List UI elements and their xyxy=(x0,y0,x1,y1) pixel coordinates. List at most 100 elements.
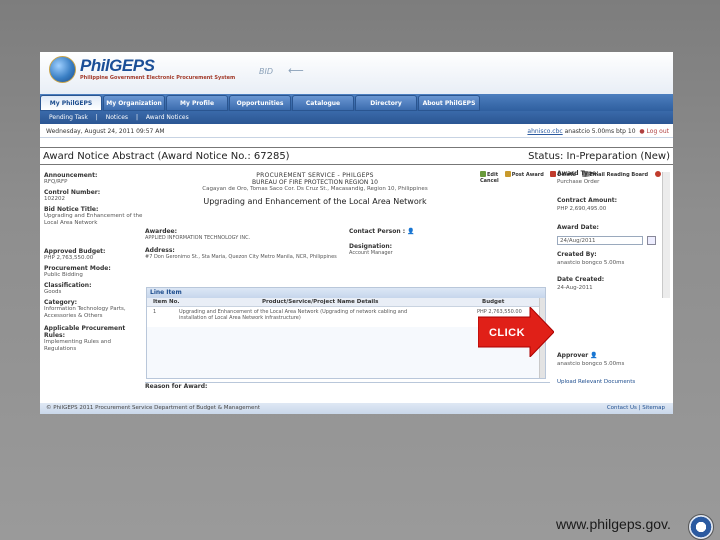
website-watermark: www.philgeps.gov. xyxy=(556,516,671,532)
status-label: Status: In-Preparation (New) xyxy=(528,151,670,162)
subnav-pending-task[interactable]: Pending Task xyxy=(49,114,88,121)
row-item-no: 1 xyxy=(153,309,157,315)
field-label: Bid Notice Title: xyxy=(44,206,99,213)
user-info: anastcio 5.00ms btp 10 xyxy=(564,128,636,135)
address-value: #7 Don Geronimo St., Sta Maria, Quezon C… xyxy=(145,254,337,260)
field-value: Upgrading and Enhancement of the Local A… xyxy=(44,213,143,226)
row-description: Upgrading and Enhancement of the Local A… xyxy=(179,309,408,321)
tab-opportunities[interactable]: Opportunities xyxy=(229,95,291,111)
award-date-label: Award Date: xyxy=(557,224,599,231)
subnav-separator: | xyxy=(95,114,98,121)
awardee-label: Awardee: xyxy=(145,228,178,235)
field-approved-budget: Approved Budget: PHP 2,763,550.00 xyxy=(44,248,144,262)
contact-person-label: Contact Person : xyxy=(349,228,406,235)
upload-relevant-documents-link[interactable]: Upload Relevant Documents xyxy=(557,379,635,385)
approver-value: anastcio bongco 5.00ms xyxy=(557,361,625,367)
project-title: Upgrading and Enhancement of the Local A… xyxy=(203,197,427,206)
created-by-label: Created By: xyxy=(557,251,597,258)
logo-name[interactable]: PhilGEPS xyxy=(80,56,155,76)
logout-link[interactable]: Log out xyxy=(647,128,669,135)
subnav-separator: | xyxy=(135,114,138,121)
agency-address: Cagayan de Oro, Tomas Saco Cor. Ds Cruz … xyxy=(202,186,428,192)
reason-section: Reason for Award: xyxy=(145,382,550,404)
philgeps-screenshot: PhilGEPS Philippine Government Electroni… xyxy=(40,52,673,414)
field-category: Category: Information Technology Parts, … xyxy=(44,299,144,320)
field-value: RFQ/RFP xyxy=(44,179,68,185)
agency-heading: PROCUREMENT SERVICE - PHILGEPS BUREAU OF… xyxy=(145,172,485,206)
designation-value: Account Manager xyxy=(349,250,393,256)
line-item-title: Line Item xyxy=(147,288,545,298)
post-icon xyxy=(504,171,511,177)
field-label: Category: xyxy=(44,299,78,306)
field-procurement-mode: Procurement Mode: Public Bidding xyxy=(44,265,144,279)
right-details-column: Award Type: Purchase Order Contract Amou… xyxy=(557,170,667,410)
created-by-value: anastcio bongco 5.00ms xyxy=(557,260,625,266)
award-type-label: Award Type: xyxy=(557,170,599,177)
tab-catalogue[interactable]: Catalogue xyxy=(292,95,354,111)
field-procurement-rules: Applicable Procurement Rules: Implementi… xyxy=(44,325,144,353)
field-value: Goods xyxy=(44,289,62,295)
col-item-no[interactable]: Item No. xyxy=(153,298,180,307)
field-label: Announcement: xyxy=(44,172,98,179)
award-date-field[interactable]: 24/Aug/2011 xyxy=(557,236,643,245)
field-label: Applicable Procurement Rules: xyxy=(44,325,126,339)
post-award-label: Post Award xyxy=(511,172,544,178)
field-label: Classification: xyxy=(44,282,92,289)
logout-icon: ● xyxy=(639,128,645,135)
award-type-value: Purchase Order xyxy=(557,179,600,185)
agency-line-2: BUREAU OF FIRE PROTECTION REGION 10 xyxy=(252,179,378,186)
main-nav: My PhilGEPS My Organization My Profile O… xyxy=(40,94,673,111)
header-bid-label: BID xyxy=(259,67,274,76)
designation-label: Designation: xyxy=(349,243,393,250)
post-award-button[interactable]: Post Award xyxy=(504,171,544,178)
page-title-bar: Award Notice Abstract (Award Notice No.:… xyxy=(40,147,673,165)
click-callout: CLICK xyxy=(488,327,526,339)
page-title: Award Notice Abstract (Award Notice No.:… xyxy=(43,151,290,162)
right-panel-scrollbar[interactable] xyxy=(662,172,670,298)
person-icon[interactable]: 👤 xyxy=(590,352,597,359)
tab-directory[interactable]: Directory xyxy=(355,95,417,111)
person-icon[interactable]: 👤 xyxy=(407,228,414,235)
field-announcement: Announcement: RFQ/RFP xyxy=(44,172,144,186)
field-value: PHP 2,763,550.00 xyxy=(44,255,94,261)
tab-my-organization[interactable]: My Organization xyxy=(103,95,165,111)
agency-line-1: PROCUREMENT SERVICE - PHILGEPS xyxy=(256,172,374,179)
col-budget[interactable]: Budget xyxy=(482,298,504,307)
site-footer: © PhilGEPS 2011 Procurement Service Depa… xyxy=(40,403,673,414)
subnav-award-notices[interactable]: Award Notices xyxy=(146,114,189,121)
field-value: Public Bidding xyxy=(44,272,83,278)
awardee-block: Awardee: APPLIED INFORMATION TECHNOLOGY … xyxy=(145,228,345,261)
delete-icon xyxy=(550,171,557,177)
calendar-icon[interactable] xyxy=(647,236,656,245)
approver-label: Approver xyxy=(557,352,589,359)
arrow-left-icon: ⟵ xyxy=(288,64,304,77)
contract-amount-label: Contract Amount: xyxy=(557,197,618,204)
contact-block: Contact Person : 👤 Designation: Account … xyxy=(349,228,469,257)
field-label: Control Number: xyxy=(44,189,101,196)
sub-nav: Pending Task | Notices | Award Notices xyxy=(40,111,673,124)
user-link[interactable]: ahnisco.cbc xyxy=(527,128,562,135)
field-value: Implementing Rules and Regulations xyxy=(44,339,111,352)
reason-label: Reason for Award: xyxy=(145,383,208,390)
philgeps-logo-icon xyxy=(49,56,76,83)
date-created-label: Date Created: xyxy=(557,276,605,283)
tab-my-profile[interactable]: My Profile xyxy=(166,95,228,111)
field-control-number: Control Number: 102202 xyxy=(44,189,144,203)
site-header: PhilGEPS Philippine Government Electroni… xyxy=(40,52,673,94)
tab-my-philgeps[interactable]: My PhilGEPS xyxy=(40,95,102,111)
line-item-header: Item No. Product/Service/Project Name De… xyxy=(147,298,545,307)
subnav-notices[interactable]: Notices xyxy=(106,114,128,121)
contract-amount-value: PHP 2,690,495.00 xyxy=(557,206,607,212)
awardee-value: APPLIED INFORMATION TECHNOLOGY INC. xyxy=(145,235,251,241)
date-created-value: 24-Aug-2011 xyxy=(557,285,593,291)
col-product-details[interactable]: Product/Service/Project Name Details xyxy=(262,298,378,307)
current-datetime: Wednesday, August 24, 2011 09:57 AM xyxy=(46,128,165,135)
footer-copyright: © PhilGEPS 2011 Procurement Service Depa… xyxy=(46,405,260,411)
logo-subtitle: Philippine Government Electronic Procure… xyxy=(80,75,236,81)
footer-links[interactable]: Contact Us | Sitemap xyxy=(607,403,665,414)
field-value: 102202 xyxy=(44,196,65,202)
field-bid-notice-title: Bid Notice Title: Upgrading and Enhancem… xyxy=(44,206,144,227)
field-classification: Classification: Goods xyxy=(44,282,144,296)
field-label: Procurement Mode: xyxy=(44,265,111,272)
tab-about-philgeps[interactable]: About PhilGEPS xyxy=(418,95,480,111)
